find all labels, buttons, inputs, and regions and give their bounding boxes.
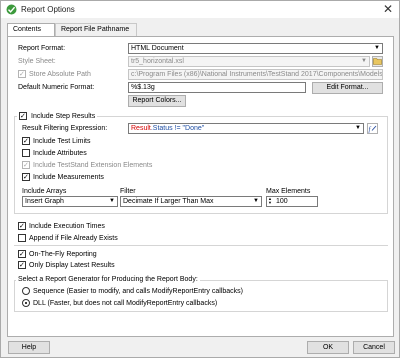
chevron-down-icon: ▼: [355, 125, 361, 131]
filter-expr-rest: .Status != "Done": [150, 125, 205, 132]
report-colors-button[interactable]: Report Colors...: [128, 95, 186, 107]
report-options-dialog: Report Options ✕ Contents Report File Pa…: [0, 0, 400, 358]
filter-expression-label: Result Filtering Expression:: [22, 125, 108, 132]
append-if-exists-checkbox[interactable]: [18, 234, 26, 242]
store-absolute-path-label: Store Absolute Path: [29, 71, 91, 78]
cancel-button[interactable]: Cancel: [353, 341, 395, 354]
style-sheet-label: Style Sheet:: [18, 58, 56, 65]
include-arrays-label: Include Arrays: [22, 188, 67, 195]
window-title: Report Options: [21, 5, 75, 14]
chevron-down-icon: ▼: [361, 58, 367, 64]
store-absolute-path-checkbox[interactable]: [18, 70, 26, 78]
chevron-down-icon: ▼: [109, 198, 115, 204]
close-icon[interactable]: ✕: [383, 2, 393, 16]
include-arrays-value: Insert Graph: [25, 198, 64, 205]
tab-report-file-pathname[interactable]: Report File Pathname: [55, 23, 137, 36]
include-measurements-label: Include Measurements: [33, 174, 104, 181]
filter-expression-field[interactable]: Result.Status != "Done" ▼: [128, 123, 364, 134]
function-browse-icon: f: [369, 126, 377, 134]
contents-panel: Report Format: HTML Document ▼ Style She…: [7, 36, 394, 337]
chevron-down-icon: ▼: [374, 45, 380, 51]
include-teststand-extension-checkbox[interactable]: [22, 161, 30, 169]
edit-format-button[interactable]: Edit Format...: [312, 82, 383, 94]
include-execution-times-label: Include Execution Times: [29, 223, 105, 230]
dll-generator-label: DLL (Faster, but does not call ModifyRep…: [33, 300, 218, 307]
ok-button[interactable]: OK: [307, 341, 349, 354]
max-elements-label: Max Elements: [266, 188, 311, 195]
report-format-select[interactable]: HTML Document ▼: [128, 43, 383, 54]
only-latest-results-label: Only Display Latest Results: [29, 262, 115, 269]
chevron-down-icon: ▼: [253, 198, 259, 204]
include-test-limits-checkbox[interactable]: [22, 137, 30, 145]
numeric-format-label: Default Numeric Format:: [18, 84, 95, 91]
on-the-fly-reporting-checkbox[interactable]: [18, 250, 26, 258]
dll-generator-radio[interactable]: [22, 299, 30, 307]
array-filter-select[interactable]: Decimate If Larger Than Max ▼: [120, 196, 262, 207]
sequence-generator-radio[interactable]: [22, 287, 30, 295]
array-filter-value: Decimate If Larger Than Max: [123, 198, 214, 205]
include-step-results-label: Include Step Results: [31, 113, 96, 120]
svg-text:f: f: [369, 126, 372, 134]
filter-header-label: Filter: [120, 188, 136, 195]
include-measurements-checkbox[interactable]: [22, 173, 30, 181]
help-button[interactable]: Help: [8, 341, 50, 354]
sequence-generator-label: Sequence (Easier to modify, and calls Mo…: [33, 288, 243, 295]
include-arrays-select[interactable]: Insert Graph ▼: [22, 196, 118, 207]
report-generator-title: Select a Report Generator for Producing …: [16, 275, 200, 284]
expression-browse-icon[interactable]: f: [367, 123, 378, 134]
divider: [14, 245, 388, 246]
filter-expr-keyword: Result: [131, 125, 151, 132]
style-sheet-select[interactable]: tr5_horizontal.xsl ▼: [128, 56, 370, 67]
include-test-limits-label: Include Test Limits: [33, 138, 91, 145]
include-attributes-label: Include Attributes: [33, 150, 87, 157]
on-the-fly-reporting-label: On-The-Fly Reporting: [29, 251, 97, 258]
teststand-check-icon: [6, 4, 17, 15]
numeric-format-field[interactable]: %$.13g: [128, 82, 306, 93]
folder-icon: [373, 58, 382, 65]
tab-contents[interactable]: Contents: [7, 23, 55, 37]
absolute-path-field[interactable]: c:\Program Files (x86)\National Instrume…: [128, 69, 383, 80]
only-latest-results-checkbox[interactable]: [18, 261, 26, 269]
include-step-results-checkbox[interactable]: [19, 112, 27, 120]
report-format-value: HTML Document: [131, 45, 184, 52]
include-teststand-extension-label: Include TestStand Extension Elements: [33, 162, 153, 169]
spinner-down-icon[interactable]: ▼: [268, 201, 272, 205]
browse-folder-icon[interactable]: [372, 56, 383, 67]
max-elements-value: 100: [276, 198, 288, 205]
step-results-group-title: Include Step Results: [17, 112, 98, 121]
title-bar: Report Options ✕: [1, 1, 399, 18]
style-sheet-value: tr5_horizontal.xsl: [131, 58, 184, 65]
report-format-label: Report Format:: [18, 45, 66, 52]
append-if-exists-label: Append if File Already Exists: [29, 235, 118, 242]
max-elements-field[interactable]: ▲ ▼ 100: [266, 196, 318, 207]
include-attributes-checkbox[interactable]: [22, 149, 30, 157]
include-execution-times-checkbox[interactable]: [18, 222, 26, 230]
